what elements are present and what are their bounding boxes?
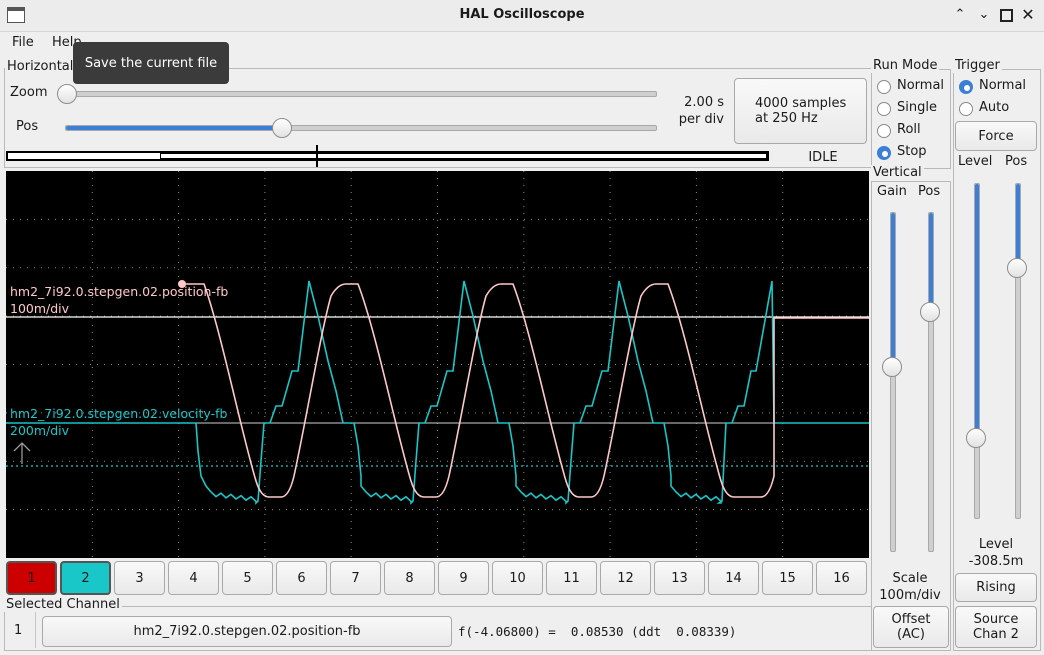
zoom-slider-handle[interactable] bbox=[57, 84, 77, 104]
channel-button-3[interactable]: 3 bbox=[114, 561, 165, 595]
channel-button-13[interactable]: 13 bbox=[654, 561, 705, 595]
ch2-trace-name: hm2_7i92.0.stepgen.02.velocity-fb bbox=[10, 406, 228, 421]
trigger-label: Trigger bbox=[953, 58, 1002, 73]
samples-button[interactable]: 4000 samples at 250 Hz bbox=[734, 78, 867, 144]
vertical-pos-slider-fill bbox=[929, 213, 933, 312]
offset-button[interactable]: Offset (AC) bbox=[873, 606, 949, 648]
samples-count: 4000 samples bbox=[755, 96, 847, 111]
trigger-source-button[interactable]: Source Chan 2 bbox=[955, 606, 1037, 648]
ch1-trace-scale: 100m/div bbox=[10, 301, 70, 316]
run-roll-radio[interactable] bbox=[877, 124, 891, 138]
scope-canvas bbox=[6, 171, 869, 558]
trigger-normal-radio[interactable] bbox=[959, 80, 973, 94]
scope-display[interactable]: hm2_7i92.0.stepgen.02.position-fb 100m/d… bbox=[6, 171, 869, 558]
chevron-up-icon[interactable]: ⌃ bbox=[951, 6, 969, 24]
channel-button-2[interactable]: 2 bbox=[60, 561, 111, 595]
trigger-normal-label[interactable]: Normal bbox=[979, 78, 1026, 93]
horizontal-label: Horizontal bbox=[5, 59, 76, 74]
run-roll-label[interactable]: Roll bbox=[897, 122, 921, 137]
close-icon[interactable]: ✕ bbox=[1019, 6, 1037, 24]
channel-button-1[interactable]: 1 bbox=[6, 561, 57, 595]
ch1-trace-name: hm2_7i92.0.stepgen.02.position-fb bbox=[10, 284, 229, 299]
channel-button-4[interactable]: 4 bbox=[168, 561, 219, 595]
ch2-trace-scale: 200m/div bbox=[10, 423, 70, 438]
vertical-gain-label: Gain bbox=[877, 184, 907, 199]
pos-slider-fill bbox=[66, 126, 282, 130]
selected-channel-number: 1 bbox=[14, 623, 23, 638]
channel-button-11[interactable]: 11 bbox=[546, 561, 597, 595]
trigger-pos-slider-fill bbox=[1016, 184, 1020, 268]
channel-button-5[interactable]: 5 bbox=[222, 561, 273, 595]
channel-button-8[interactable]: 8 bbox=[384, 561, 435, 595]
selected-channel-label: Selected Channel bbox=[4, 597, 122, 612]
channel-button-14[interactable]: 14 bbox=[708, 561, 759, 595]
trigger-pos-slider-handle[interactable] bbox=[1007, 258, 1027, 278]
vertical-gain-slider-handle[interactable] bbox=[882, 357, 902, 377]
cursor-readout: f(-4.06800) = 0.08530 (ddt 0.08339) bbox=[458, 624, 737, 639]
trigger-level-label: Level bbox=[958, 154, 993, 169]
channel-button-12[interactable]: 12 bbox=[600, 561, 651, 595]
trigger-level-slider-fill bbox=[975, 184, 979, 438]
trigger-level-slider-handle[interactable] bbox=[966, 428, 986, 448]
run-mode-label: Run Mode bbox=[871, 58, 940, 73]
channel-button-6[interactable]: 6 bbox=[276, 561, 327, 595]
trigger-auto-radio[interactable] bbox=[959, 102, 973, 116]
pos-label: Pos bbox=[16, 119, 39, 134]
run-single-label[interactable]: Single bbox=[897, 100, 937, 115]
pos-slider-handle[interactable] bbox=[272, 118, 292, 138]
channel-button-16[interactable]: 16 bbox=[816, 561, 867, 595]
vertical-label: Vertical bbox=[871, 165, 924, 180]
run-stop-label[interactable]: Stop bbox=[897, 144, 927, 159]
vertical-gain-slider-fill bbox=[891, 213, 895, 367]
record-window-indicator bbox=[160, 153, 767, 159]
scale-caption: Scale bbox=[892, 571, 928, 586]
time-per-div: 2.00 s bbox=[684, 95, 724, 110]
offset-mode: (AC) bbox=[897, 627, 925, 642]
trigger-level-caption: Level bbox=[978, 537, 1014, 552]
samples-rate: at 250 Hz bbox=[755, 111, 818, 126]
velocity-trace bbox=[6, 280, 869, 505]
trigger-level-value: -308.5m bbox=[968, 554, 1024, 569]
selected-channel-divider bbox=[35, 612, 36, 648]
run-single-radio[interactable] bbox=[877, 102, 891, 116]
force-button[interactable]: Force bbox=[955, 121, 1037, 151]
channel-button-7[interactable]: 7 bbox=[330, 561, 381, 595]
channel-button-9[interactable]: 9 bbox=[438, 561, 489, 595]
trigger-auto-label[interactable]: Auto bbox=[979, 100, 1009, 115]
vertical-pos-slider-handle[interactable] bbox=[920, 302, 940, 322]
zoom-slider-track[interactable] bbox=[65, 91, 657, 97]
window-title: HAL Oscilloscope bbox=[459, 7, 585, 22]
channel-button-10[interactable]: 10 bbox=[492, 561, 543, 595]
channel-signal-button[interactable]: hm2_7i92.0.stepgen.02.position-fb bbox=[42, 616, 452, 647]
run-normal-radio[interactable] bbox=[877, 80, 891, 94]
vertical-pos-label: Pos bbox=[918, 184, 941, 199]
minimize-icon[interactable]: ⌄ bbox=[975, 6, 993, 24]
per-div-label: per div bbox=[678, 112, 724, 127]
channel-button-15[interactable]: 15 bbox=[762, 561, 813, 595]
run-normal-label[interactable]: Normal bbox=[897, 78, 944, 93]
offset-label: Offset bbox=[891, 612, 931, 627]
trigger-source-channel: Chan 2 bbox=[973, 627, 1019, 642]
trigger-source-label: Source bbox=[973, 612, 1019, 627]
save-tooltip: Save the current file bbox=[73, 42, 229, 84]
scope-grid bbox=[6, 171, 869, 558]
trigger-pos-label: Pos bbox=[1005, 154, 1028, 169]
run-stop-radio[interactable] bbox=[877, 146, 891, 160]
menu-file[interactable]: File bbox=[12, 35, 34, 50]
maximize-icon[interactable] bbox=[997, 6, 1015, 24]
trigger-point-marker bbox=[316, 145, 318, 167]
scale-value: 100m/div bbox=[879, 588, 941, 603]
zoom-label: Zoom bbox=[10, 85, 48, 100]
status-idle: IDLE bbox=[808, 150, 838, 165]
rising-button[interactable]: Rising bbox=[955, 573, 1037, 602]
